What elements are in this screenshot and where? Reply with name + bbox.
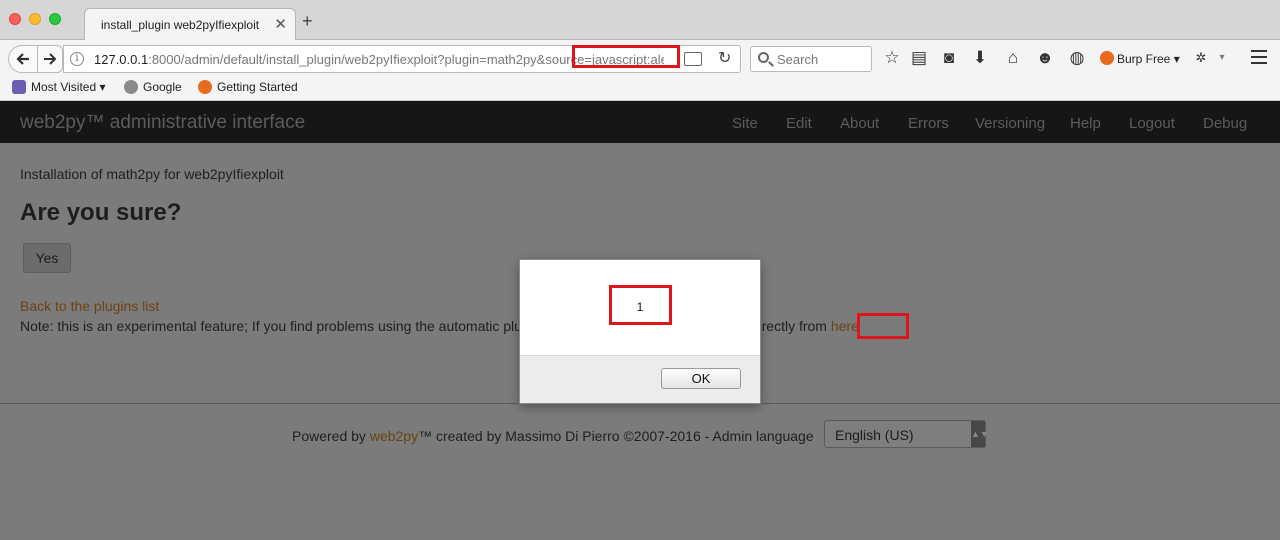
bookmark-label: Google — [143, 80, 182, 94]
tab-title: install_plugin web2pyIfiexploit — [101, 18, 260, 32]
nav-site[interactable]: Site — [732, 115, 758, 132]
bookmark-label: Most Visited — [31, 80, 97, 94]
new-tab-button[interactable]: + — [302, 12, 313, 30]
extension-icon[interactable]: ✲ — [1190, 49, 1212, 67]
home-icon[interactable]: ⌂ — [1002, 49, 1024, 67]
info-icon[interactable]: i — [70, 52, 84, 66]
bookmark-star-icon[interactable]: ☆ — [881, 49, 903, 67]
footer-credits: ™ created by Massimo Di Pierro ©2007-201… — [418, 428, 814, 444]
search-icon — [758, 52, 769, 63]
extension-dropdown-icon[interactable]: ▾ — [1211, 49, 1233, 67]
folder-icon — [12, 80, 26, 94]
forward-button[interactable] — [37, 45, 63, 73]
forward-icon — [44, 53, 57, 65]
back-icon — [16, 53, 29, 65]
globe-icon[interactable]: ◍ — [1066, 49, 1088, 67]
footer-text: Powered by web2py™ created by Massimo Di… — [292, 428, 814, 444]
bookmark-getting-started[interactable]: Getting Started — [198, 80, 298, 94]
menu-icon[interactable] — [1251, 50, 1267, 68]
language-value: English (US) — [835, 427, 914, 443]
page-title: Are you sure? — [20, 199, 182, 226]
firefox-icon — [198, 80, 212, 94]
close-tab-icon[interactable]: ✕ — [274, 15, 287, 33]
nav-debug[interactable]: Debug — [1203, 115, 1247, 132]
nav-about[interactable]: About — [840, 115, 879, 132]
app-header: web2py™ administrative interface Site Ed… — [0, 101, 1280, 143]
download-icon[interactable]: ⬇ — [969, 49, 991, 67]
globe-icon — [124, 80, 138, 94]
nav-help[interactable]: Help — [1070, 115, 1101, 132]
bookmark-label: Getting Started — [217, 80, 298, 94]
back-to-plugins-link[interactable]: Back to the plugins list — [20, 298, 159, 314]
yes-button[interactable]: Yes — [23, 243, 71, 273]
search-placeholder: Search — [777, 52, 819, 67]
alert-annotation-box — [609, 285, 672, 325]
select-arrow-icon: ▲▼ — [971, 421, 989, 447]
bookmarks-bar: Most Visited ▾ Google Getting Started — [0, 76, 1280, 101]
nav-logout[interactable]: Logout — [1129, 115, 1175, 132]
nav-errors[interactable]: Errors — [908, 115, 949, 132]
dialog-footer: OK — [520, 355, 760, 403]
close-window-button[interactable] — [9, 13, 21, 25]
app-brand[interactable]: web2py™ administrative interface — [20, 112, 305, 134]
tab-bar: install_plugin web2pyIfiexploit ✕ + — [0, 0, 1280, 41]
bookmark-most-visited[interactable]: Most Visited ▾ — [12, 80, 106, 94]
url-host: 127.0.0.1 — [94, 52, 149, 67]
emoji-icon[interactable]: ☻ — [1034, 49, 1056, 67]
burp-icon — [1100, 51, 1114, 65]
ok-button[interactable]: OK — [661, 368, 741, 389]
here-link[interactable]: here — [831, 318, 859, 334]
back-button[interactable] — [8, 45, 38, 73]
web2py-link[interactable]: web2py — [370, 428, 418, 444]
install-intro: Installation of math2py for web2pyIfiexp… — [20, 166, 284, 182]
burp-button[interactable]: Burp Free ▾ — [1100, 51, 1180, 66]
reload-icon[interactable]: ↻ — [718, 48, 731, 68]
zoom-window-button[interactable] — [49, 13, 61, 25]
reading-list-icon[interactable]: ▤ — [908, 49, 930, 67]
reader-view-icon[interactable] — [684, 52, 702, 66]
bookmark-google[interactable]: Google — [124, 80, 182, 94]
browser-tab[interactable]: install_plugin web2pyIfiexploit ✕ — [84, 8, 296, 41]
url-annotation-box — [572, 45, 680, 68]
alert-dialog: 1 OK — [519, 259, 761, 404]
minimize-window-button[interactable] — [29, 13, 41, 25]
pocket-icon[interactable]: ◙ — [938, 49, 960, 67]
footer-powered: Powered by — [292, 428, 370, 444]
burp-label: Burp Free — [1117, 52, 1171, 66]
nav-versioning[interactable]: Versioning — [975, 115, 1045, 132]
nav-edit[interactable]: Edit — [786, 115, 812, 132]
admin-language-select[interactable]: English (US) ▲▼ — [824, 420, 989, 448]
link-annotation-box — [857, 313, 909, 339]
search-box[interactable]: Search — [750, 46, 872, 72]
